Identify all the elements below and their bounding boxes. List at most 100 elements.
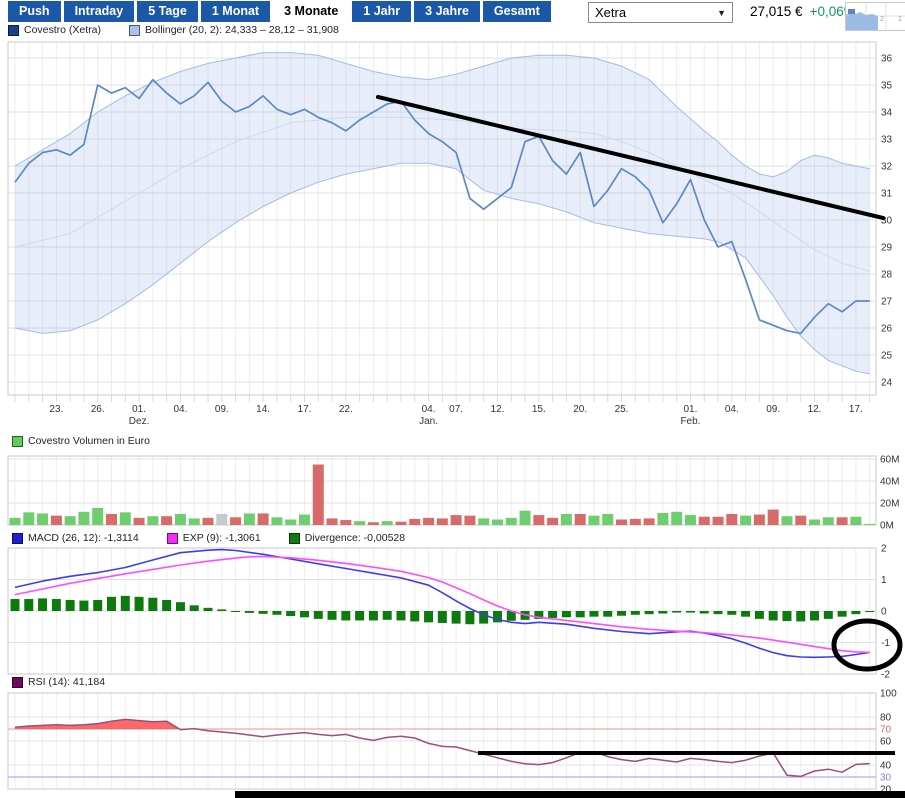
- volume-bar: [312, 464, 324, 525]
- legend-item: RSI (14): 41,184: [12, 676, 105, 688]
- legend-label: Divergence: -0,00528: [304, 532, 406, 544]
- axis-tick-label: 24: [881, 378, 893, 389]
- range-button-5-tage[interactable]: 5 Tage: [137, 1, 198, 22]
- axis-tick-label: 04.: [422, 404, 436, 415]
- divergence-bar: [699, 611, 709, 614]
- volume-bar: [409, 518, 421, 525]
- divergence-bar: [396, 611, 406, 621]
- macd-legend: MACD (26, 12): -1,3114 EXP (9): -1,3061 Di…: [12, 532, 405, 544]
- axis-tick-label: 12.: [808, 404, 822, 415]
- divergence-bar: [51, 599, 61, 611]
- volume-bar: [588, 515, 600, 525]
- axis-tick-label: 23.: [49, 404, 63, 415]
- range-button-3-jahre[interactable]: 3 Jahre: [414, 1, 480, 22]
- divergence-bar: [10, 599, 20, 611]
- volume-bar: [9, 517, 21, 525]
- volume-bar: [574, 514, 586, 525]
- volume-bar: [491, 519, 503, 525]
- divergence-bar: [299, 611, 309, 618]
- time-range-toolbar: Push Intraday 5 Tage 1 Monat 3 Monate 1 Jahr 3…: [8, 1, 551, 22]
- volume-bar: [822, 517, 834, 525]
- divergence-bar: [258, 611, 268, 614]
- legend-item: Covestro Volumen in Euro: [12, 435, 150, 447]
- volume-bar: [285, 519, 297, 525]
- volume-bar: [450, 515, 462, 525]
- legend-swatch: [129, 24, 141, 36]
- main-chart-canvas[interactable]: 3635343332313029282726252423. 26. 01.Dez.0…: [0, 38, 905, 432]
- axis-tick-label: 04.: [173, 404, 187, 415]
- divergence-bar: [754, 611, 764, 619]
- macd-chart-canvas[interactable]: 2 1 0 -1 -2: [0, 544, 905, 680]
- bottom-black-bar: [235, 791, 905, 798]
- volume-bar: [354, 521, 366, 525]
- divergence-bar: [313, 611, 323, 619]
- axis-tick-label: 100: [880, 689, 897, 700]
- volume-bar: [119, 512, 131, 525]
- volume-bar: [643, 518, 655, 525]
- legend-item: Divergence: -0,00528: [288, 532, 406, 544]
- divergence-bar: [24, 599, 34, 611]
- axis-tick-label: 20.: [573, 404, 587, 415]
- axis-tick-label: 36: [881, 54, 893, 65]
- volume-bar: [726, 514, 738, 525]
- divergence-bar: [865, 611, 875, 612]
- divergence-bar: [65, 599, 75, 611]
- axis-tick-label: Dez.: [129, 416, 150, 427]
- divergence-bar: [810, 611, 820, 621]
- range-button-push[interactable]: Push: [8, 1, 61, 22]
- volume-bar: [684, 515, 696, 525]
- divergence-bar: [672, 611, 682, 613]
- axis-tick-label: 40M: [880, 477, 899, 488]
- divergence-bar: [548, 611, 558, 618]
- volume-bar: [836, 517, 848, 525]
- range-button-3-monate[interactable]: 3 Monate: [273, 1, 350, 22]
- volume-bar: [78, 511, 90, 525]
- axis-tick-label: 01.: [132, 404, 146, 415]
- volume-bar: [464, 515, 476, 525]
- axis-tick-label: 29: [881, 243, 893, 254]
- divergence-bar: [768, 611, 778, 621]
- divergence-bar: [713, 611, 723, 615]
- range-button-1-monat[interactable]: 1 Monat: [200, 1, 271, 22]
- axis-tick-label: 25: [881, 351, 893, 362]
- axis-tick-label: 26: [881, 324, 893, 335]
- volume-chart-canvas[interactable]: 60M 40M 20M 0M: [0, 450, 905, 532]
- legend-item: MACD (26, 12): -1,3114: [12, 532, 139, 544]
- range-button-1-jahr[interactable]: 1 Jahr: [352, 1, 412, 22]
- svg-text:1: 1: [898, 16, 902, 23]
- axis-tick-label: 04.: [725, 404, 739, 415]
- axis-tick-label: 60: [880, 737, 892, 748]
- volume-bar: [505, 517, 517, 525]
- axis-tick-label: 1: [881, 575, 887, 586]
- divergence-bar: [424, 611, 434, 623]
- volume-bar: [560, 514, 572, 525]
- rsi-legend: RSI (14): 41,184: [12, 676, 105, 688]
- volume-bar: [202, 517, 214, 525]
- divergence-bar: [120, 595, 130, 611]
- divergence-bar: [741, 611, 751, 617]
- range-button-intraday[interactable]: Intraday: [63, 1, 135, 22]
- legend-swatch: [12, 532, 23, 544]
- legend-item: EXP (9): -1,3061: [166, 532, 261, 544]
- axis-tick-label: 17.: [849, 404, 863, 415]
- axis-tick-label: 07.: [449, 404, 463, 415]
- axis-tick-label: 12.: [491, 404, 505, 415]
- axis-tick-label: 2: [881, 544, 887, 555]
- rsi-chart-canvas[interactable]: 100807060403020: [0, 688, 905, 798]
- divergence-bar: [382, 611, 392, 620]
- range-button-gesamt[interactable]: Gesamt: [482, 1, 551, 22]
- exchange-select[interactable]: Xetra ▼: [588, 2, 733, 23]
- divergence-bar: [189, 605, 199, 611]
- divergence-bar: [575, 611, 585, 618]
- volume-bar: [64, 516, 76, 525]
- volume-bar: [326, 518, 338, 525]
- volume-bar: [657, 512, 669, 525]
- axis-tick-label: 35: [881, 81, 893, 92]
- axis-tick-label: 34: [881, 108, 893, 119]
- axis-tick-label: 32: [881, 162, 893, 173]
- legend-swatch: [288, 532, 300, 544]
- divergence-bar: [796, 611, 806, 622]
- volume-bar: [257, 513, 269, 525]
- axis-tick-label: 60M: [880, 455, 899, 466]
- volume-bar: [602, 514, 614, 525]
